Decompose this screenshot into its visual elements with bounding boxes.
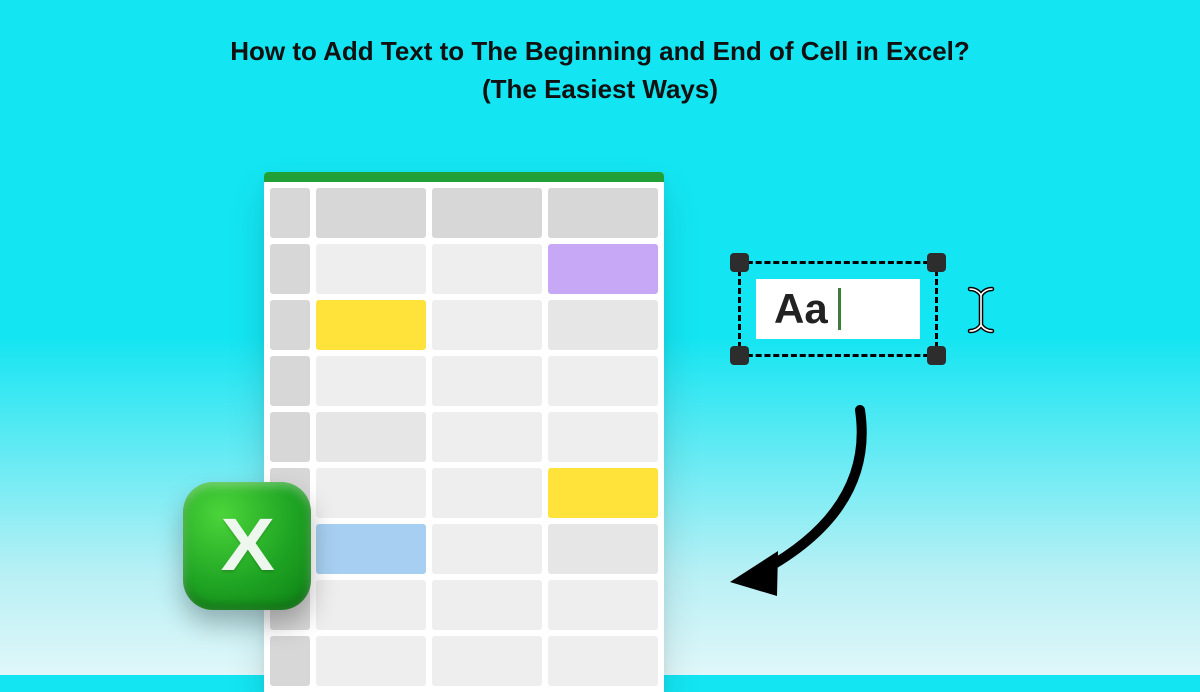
header-row bbox=[270, 188, 658, 238]
cell bbox=[548, 188, 658, 238]
sample-text: Aa bbox=[774, 285, 828, 333]
table-row bbox=[270, 468, 658, 518]
excel-letter: X bbox=[221, 502, 273, 587]
cell-highlight-yellow bbox=[548, 468, 658, 518]
cell bbox=[432, 524, 542, 574]
cell bbox=[316, 412, 426, 462]
cell bbox=[432, 636, 542, 686]
cell-highlight-blue bbox=[316, 524, 426, 574]
cell bbox=[548, 412, 658, 462]
table-row bbox=[270, 524, 658, 574]
resize-handle-icon bbox=[730, 253, 749, 272]
table-row bbox=[270, 244, 658, 294]
table-row bbox=[270, 412, 658, 462]
cell bbox=[432, 188, 542, 238]
cell bbox=[432, 244, 542, 294]
resize-handle-icon bbox=[730, 346, 749, 365]
text-caret-icon bbox=[838, 288, 841, 330]
cell bbox=[432, 580, 542, 630]
resize-handle-icon bbox=[927, 346, 946, 365]
cell bbox=[270, 412, 310, 462]
cell bbox=[316, 580, 426, 630]
cell bbox=[432, 300, 542, 350]
cell bbox=[432, 468, 542, 518]
cell bbox=[316, 356, 426, 406]
resize-handle-icon bbox=[927, 253, 946, 272]
cell bbox=[548, 524, 658, 574]
cell-highlight-purple bbox=[548, 244, 658, 294]
table-row bbox=[270, 636, 658, 686]
arrow-icon bbox=[700, 400, 900, 610]
cell bbox=[548, 356, 658, 406]
excel-app-icon: X bbox=[183, 482, 311, 610]
cell bbox=[316, 244, 426, 294]
cell bbox=[316, 636, 426, 686]
page-title: How to Add Text to The Beginning and End… bbox=[0, 33, 1200, 108]
spreadsheet-titlebar bbox=[264, 172, 664, 182]
cell bbox=[548, 636, 658, 686]
text-input-illustration: Aa bbox=[730, 253, 946, 365]
text-cursor-icon bbox=[964, 283, 998, 337]
cell bbox=[548, 300, 658, 350]
cell bbox=[270, 244, 310, 294]
cell bbox=[316, 188, 426, 238]
cell bbox=[316, 468, 426, 518]
spreadsheet-illustration bbox=[264, 172, 664, 692]
cell bbox=[270, 300, 310, 350]
cell-highlight-yellow bbox=[316, 300, 426, 350]
table-row bbox=[270, 300, 658, 350]
text-input-field: Aa bbox=[756, 279, 920, 339]
cell bbox=[432, 356, 542, 406]
cell bbox=[270, 636, 310, 686]
table-row bbox=[270, 356, 658, 406]
title-line-1: How to Add Text to The Beginning and End… bbox=[230, 36, 970, 66]
cell bbox=[270, 356, 310, 406]
spreadsheet-grid bbox=[264, 182, 664, 692]
table-row bbox=[270, 580, 658, 630]
title-line-2: (The Easiest Ways) bbox=[482, 74, 718, 104]
cell bbox=[432, 412, 542, 462]
cell bbox=[548, 580, 658, 630]
cell bbox=[270, 188, 310, 238]
